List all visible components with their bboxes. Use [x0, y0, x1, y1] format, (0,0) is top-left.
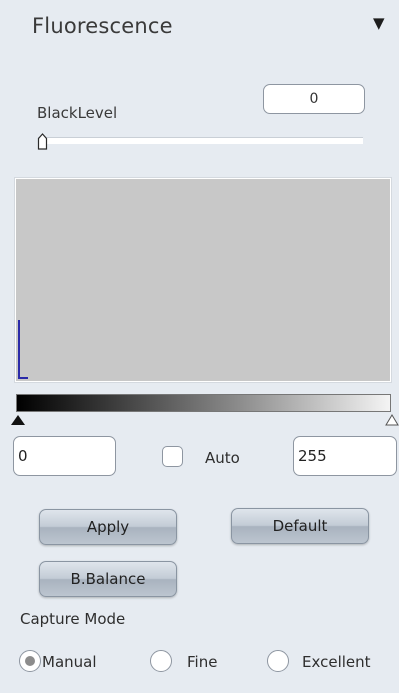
auto-checkbox[interactable] — [162, 446, 183, 467]
panel-title: Fluorescence — [32, 14, 173, 38]
apply-button[interactable]: Apply — [39, 509, 177, 545]
max-level-triangle-icon[interactable] — [385, 414, 399, 426]
histogram-display — [14, 177, 392, 383]
black-level-label: BlackLevel — [37, 104, 118, 122]
radio-fine-label: Fine — [187, 653, 218, 671]
black-level-slider-thumb[interactable] — [37, 133, 48, 150]
histogram-line — [18, 320, 20, 378]
radio-fine[interactable] — [150, 650, 172, 672]
min-value-field[interactable]: 0 — [13, 436, 116, 476]
black-level-slider-track[interactable] — [38, 137, 363, 144]
default-button[interactable]: Default — [231, 508, 369, 544]
radio-excellent-label: Excellent — [302, 653, 371, 671]
b-balance-button[interactable]: B.Balance — [39, 561, 177, 597]
radio-manual-label: Manual — [42, 653, 97, 671]
max-value-field[interactable]: 255 — [293, 436, 397, 476]
min-level-triangle-icon[interactable] — [10, 414, 26, 426]
black-level-input[interactable]: 0 — [263, 84, 365, 114]
radio-excellent[interactable] — [267, 650, 289, 672]
capture-mode-label: Capture Mode — [20, 610, 126, 628]
radio-manual[interactable] — [19, 650, 41, 672]
gradient-bar — [16, 394, 391, 412]
auto-label: Auto — [205, 449, 240, 467]
histogram-baseline — [18, 377, 28, 379]
collapse-arrow-icon[interactable]: ▼ — [373, 14, 385, 32]
